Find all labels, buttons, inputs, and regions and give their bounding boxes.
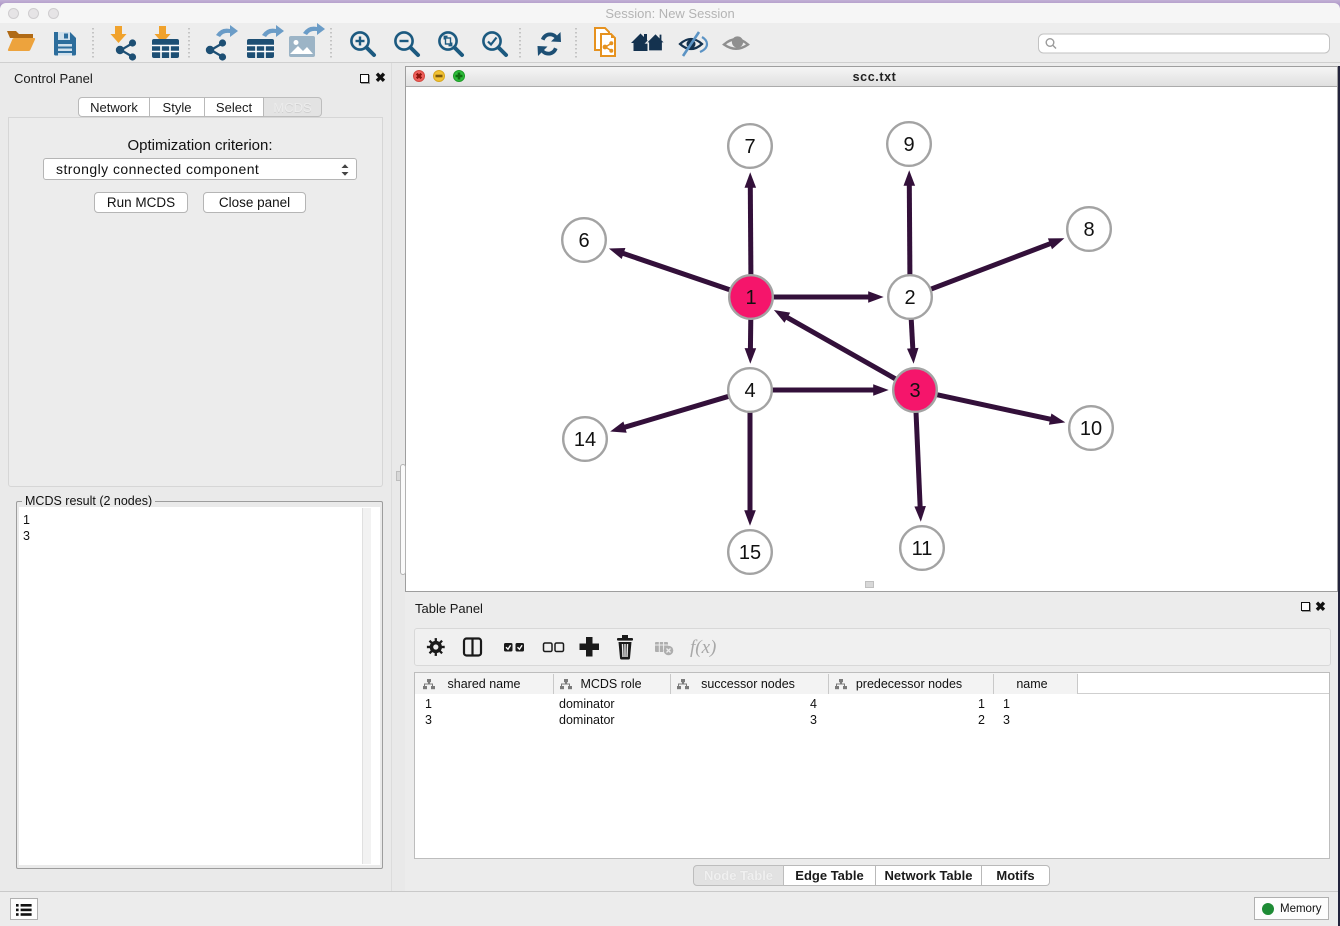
svg-text:1: 1: [978, 697, 985, 711]
svg-text:3: 3: [810, 713, 817, 727]
svg-text:shared name: shared name: [448, 677, 521, 691]
svg-text:name: name: [1016, 677, 1047, 691]
svg-text:successor nodes: successor nodes: [701, 677, 795, 691]
svg-text:4: 4: [810, 697, 817, 711]
svg-text:dominator: dominator: [559, 697, 615, 711]
svg-text:3: 3: [425, 713, 432, 727]
svg-text:1: 1: [1003, 697, 1010, 711]
svg-text:MCDS role: MCDS role: [580, 677, 641, 691]
svg-text:2: 2: [978, 713, 985, 727]
svg-text:dominator: dominator: [559, 713, 615, 727]
svg-text:predecessor nodes: predecessor nodes: [856, 677, 962, 691]
svg-text:1: 1: [425, 697, 432, 711]
svg-text:3: 3: [1003, 713, 1010, 727]
